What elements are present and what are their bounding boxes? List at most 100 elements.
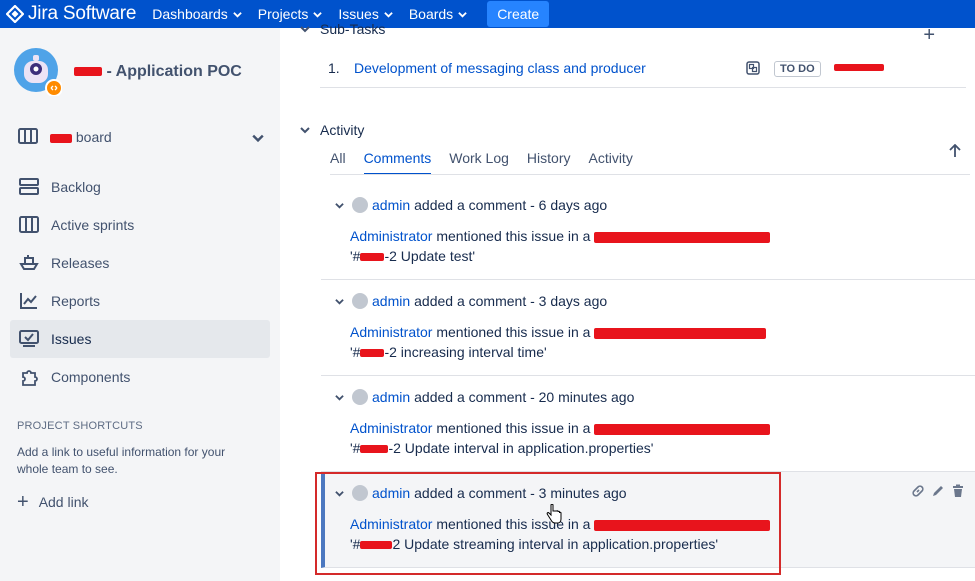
sidebar-item-releases[interactable]: Releases xyxy=(10,244,270,282)
mention-author[interactable]: Administrator xyxy=(350,324,432,340)
mention-text: mentioned this issue in a xyxy=(436,228,591,244)
subtasks-title: Sub-Tasks xyxy=(320,21,386,37)
chevron-down-icon xyxy=(384,11,393,18)
comment-item: admin added a comment - 20 minutes ago A… xyxy=(321,376,975,472)
activity-title: Activity xyxy=(320,122,365,138)
sidebar-item-issues[interactable]: Issues xyxy=(10,320,270,358)
redacted-text xyxy=(594,327,767,339)
commit-message: '# -2 increasing interval time' xyxy=(350,344,547,360)
tab-activity[interactable]: Activity xyxy=(588,150,632,175)
redacted-text xyxy=(50,133,72,143)
board-icon xyxy=(18,214,40,236)
nav-dashboards[interactable]: Dashboards xyxy=(152,6,242,22)
ship-icon xyxy=(18,252,40,274)
issues-icon xyxy=(18,328,40,350)
redacted-text xyxy=(360,445,389,454)
redacted-text xyxy=(594,231,771,243)
mention-author[interactable]: Administrator xyxy=(350,228,432,244)
tab-work-log[interactable]: Work Log xyxy=(449,150,509,175)
subtask-number: 1. xyxy=(328,60,340,76)
hand-cursor-icon xyxy=(546,504,562,524)
tab-comments[interactable]: Comments xyxy=(363,150,432,175)
edit-icon[interactable] xyxy=(931,484,945,498)
delete-icon[interactable] xyxy=(951,484,965,498)
tab-history[interactable]: History xyxy=(527,150,571,175)
sort-order-icon[interactable] xyxy=(949,143,961,163)
tabs-divider xyxy=(330,174,970,175)
backlog-icon xyxy=(18,176,40,198)
project-sidebar: - Application POC board Backlog Active s… xyxy=(0,28,280,581)
mention-text: mentioned this issue in a xyxy=(436,324,591,340)
status-badge[interactable]: TO DO xyxy=(774,61,821,77)
redacted-text xyxy=(360,253,385,262)
project-header[interactable]: - Application POC xyxy=(14,48,242,96)
sidebar-item-active-sprints[interactable]: Active sprints xyxy=(10,206,270,244)
create-button[interactable]: Create xyxy=(487,1,550,27)
subtask-type-icon xyxy=(746,61,760,75)
project-title: - Application POC xyxy=(74,63,242,81)
app-title: Jira Software xyxy=(28,3,137,24)
redacted-text xyxy=(594,423,771,435)
tab-all[interactable]: All xyxy=(330,150,346,175)
sidebar-item-components[interactable]: Components xyxy=(10,358,270,396)
commit-prefix: '# xyxy=(350,440,361,456)
add-subtask-icon[interactable]: + xyxy=(923,24,935,47)
subtasks-header[interactable]: Sub-Tasks xyxy=(300,21,385,37)
comment-author[interactable]: admin xyxy=(372,389,410,405)
avatar[interactable] xyxy=(352,293,368,309)
avatar[interactable] xyxy=(352,389,368,405)
comment-actions xyxy=(911,484,965,498)
sidebar-item-backlog[interactable]: Backlog xyxy=(10,168,270,206)
commit-message: '# -2 Update test' xyxy=(350,248,475,264)
sidebar-item-label: Active sprints xyxy=(51,217,135,233)
chevron-down-icon xyxy=(313,11,323,18)
comment-header[interactable]: admin added a comment - 3 days ago xyxy=(335,293,607,309)
board-selector[interactable]: board xyxy=(18,128,264,146)
commit-prefix: '# xyxy=(350,344,361,360)
sidebar-item-label: Backlog xyxy=(51,179,101,195)
jira-logo[interactable]: Jira Software xyxy=(6,0,136,28)
comment-meta: added a comment - 6 days ago xyxy=(414,197,608,213)
avatar[interactable] xyxy=(352,197,368,213)
chevron-down-icon xyxy=(335,298,344,305)
redacted-text xyxy=(360,349,385,358)
activity-header[interactable]: Activity xyxy=(300,122,364,138)
chevron-down-icon xyxy=(335,202,344,209)
jira-logo-icon xyxy=(6,5,24,23)
comment-body: Administrator mentioned this issue in a xyxy=(350,420,771,436)
comment-author[interactable]: admin xyxy=(372,197,410,213)
sidebar-item-label: Components xyxy=(51,369,131,385)
comment-header[interactable]: admin added a comment - 6 days ago xyxy=(335,197,607,213)
nav-boards[interactable]: Boards xyxy=(409,6,467,22)
commit-text: -2 Update test' xyxy=(384,248,476,264)
issue-main: Sub-Tasks + 1. Development of messaging … xyxy=(280,21,975,581)
shortcuts-title: PROJECT SHORTCUTS xyxy=(17,420,143,432)
commit-text: -2 increasing interval time' xyxy=(384,344,547,360)
comment-meta: added a comment - 20 minutes ago xyxy=(414,389,635,405)
chevron-down-icon xyxy=(300,26,310,33)
sidebar-item-reports[interactable]: Reports xyxy=(10,282,270,320)
link-icon[interactable] xyxy=(911,484,925,498)
shortcuts-description: Add a link to useful information for you… xyxy=(17,445,226,476)
activity-tabs: All Comments Work Log History Activity xyxy=(330,150,651,175)
add-link-button[interactable]: + Add link xyxy=(17,491,89,513)
nav-issues-label: Issues xyxy=(338,6,379,22)
comment-author[interactable]: admin xyxy=(372,293,410,309)
comment-header[interactable]: admin added a comment - 20 minutes ago xyxy=(335,389,634,405)
plus-icon: + xyxy=(17,491,29,513)
sidebar-item-label: Issues xyxy=(51,331,92,347)
chart-icon xyxy=(18,290,40,312)
nav-boards-label: Boards xyxy=(408,6,454,22)
nav-issues[interactable]: Issues xyxy=(338,6,393,22)
comment-body: Administrator mentioned this issue in a xyxy=(350,228,771,244)
subtask-link[interactable]: Development of messaging class and produ… xyxy=(354,60,646,76)
subtask-row[interactable]: 1. Development of messaging class and pr… xyxy=(320,52,966,88)
chevron-down-icon xyxy=(252,134,264,143)
mention-text: mentioned this issue in a xyxy=(436,420,591,436)
mention-author[interactable]: Administrator xyxy=(350,420,432,436)
nav-projects[interactable]: Projects xyxy=(258,6,323,22)
sidebar-nav: Backlog Active sprints Releases Reports … xyxy=(10,168,270,396)
project-avatar-icon xyxy=(14,48,62,96)
project-name: - Application POC xyxy=(106,63,242,80)
board-label-text: board xyxy=(75,129,112,145)
